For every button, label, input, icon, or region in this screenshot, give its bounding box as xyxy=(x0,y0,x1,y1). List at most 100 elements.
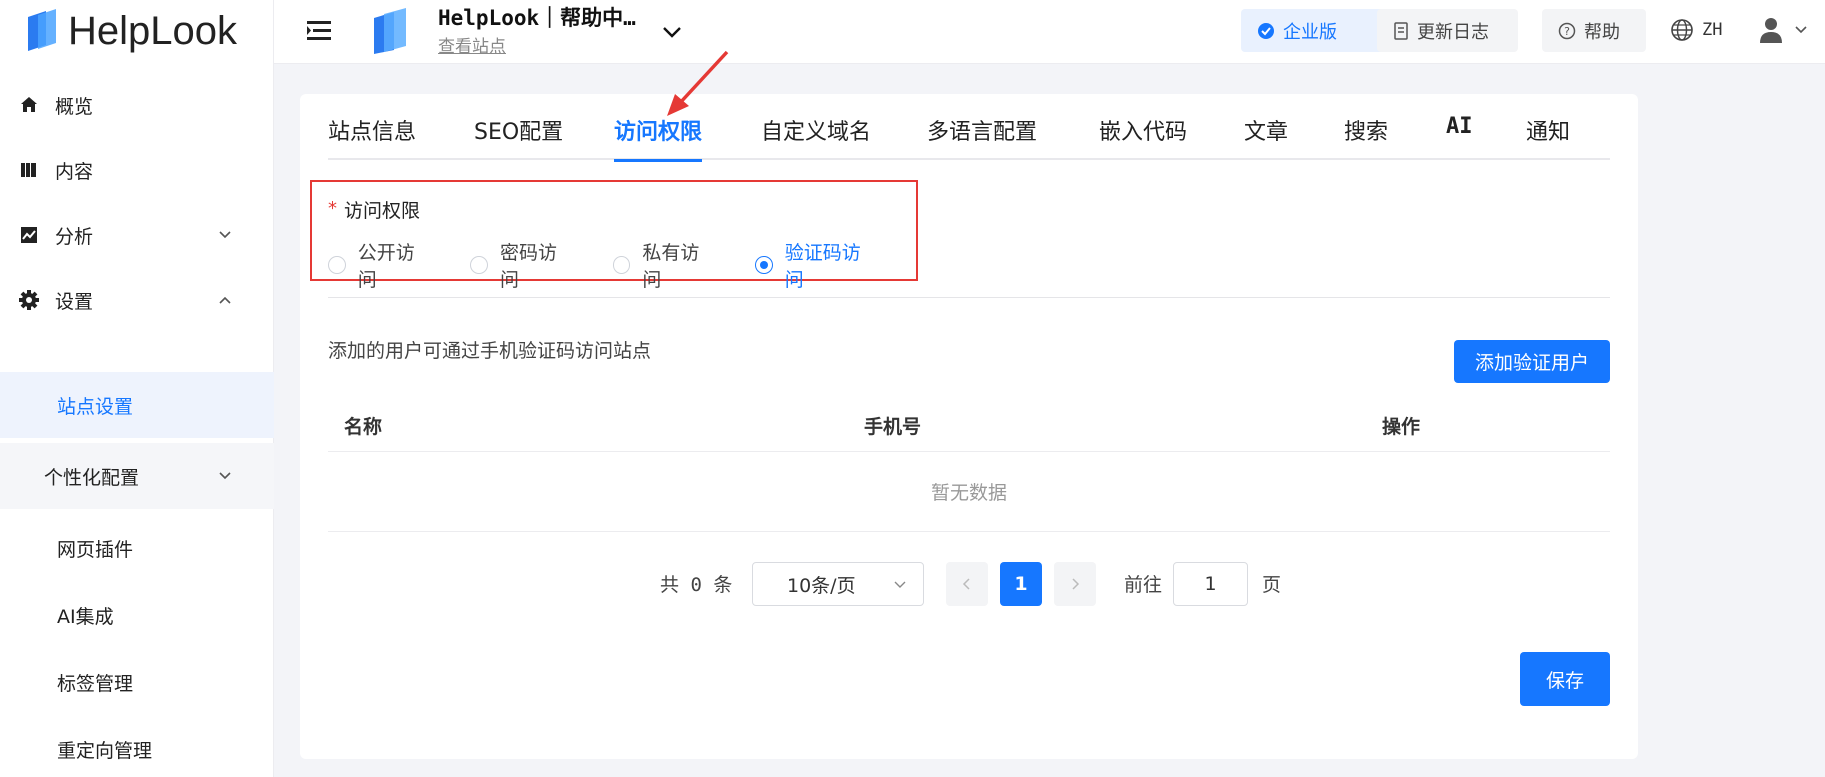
sidebar-item-label: 分析 xyxy=(55,225,94,248)
site-logo-icon xyxy=(374,8,406,54)
help-label: 帮助 xyxy=(1584,21,1620,43)
verify-users-hint: 添加的用户可通过手机验证码访问站点 xyxy=(328,340,652,362)
sidebar-subitem-redirect-management[interactable]: 重定向管理 xyxy=(0,716,274,777)
help-circle-icon: ? xyxy=(1558,22,1576,39)
chevron-down-icon xyxy=(219,472,231,480)
user-menu[interactable] xyxy=(1758,16,1808,44)
sidebar-item-label: 内容 xyxy=(55,160,94,183)
goto-label: 前往 xyxy=(1124,574,1163,596)
sidebar-item-label: 概览 xyxy=(55,95,94,118)
page-suffix-label: 页 xyxy=(1262,574,1282,596)
sidebar-item-settings[interactable]: 设置 xyxy=(0,267,274,333)
radio-private-access[interactable]: 私有访问 xyxy=(612,238,717,292)
site-title: HelpLook｜帮助中… xyxy=(438,6,636,30)
language-switcher[interactable]: ZH xyxy=(1670,18,1722,42)
radio-verification-code-access[interactable]: 验证码访问 xyxy=(754,238,878,292)
document-icon xyxy=(1394,21,1408,40)
sidebar: HelpLook 概览 内容 分析 设置 站点设置 个性化配置 网页插件 AI集… xyxy=(0,0,274,777)
radio-circle[interactable] xyxy=(612,256,631,274)
menu-toggle-icon[interactable] xyxy=(304,16,334,46)
globe-icon xyxy=(1671,19,1693,41)
user-avatar-icon xyxy=(1760,18,1782,43)
page-number-current[interactable]: 1 xyxy=(1000,562,1042,606)
pagination-total: 共 0 条 xyxy=(660,574,733,596)
tab-search[interactable]: 搜索 xyxy=(1344,114,1388,160)
tab-seo[interactable]: SEO配置 xyxy=(474,114,563,160)
settings-tabs: 站点信息 SEO配置 访问权限 自定义域名 多语言配置 嵌入代码 文章 搜索 A… xyxy=(328,94,1610,162)
chevron-left-icon xyxy=(962,578,970,590)
sidebar-item-content[interactable]: 内容 xyxy=(0,137,274,203)
sidebar-item-label: AI集成 xyxy=(57,605,114,628)
chevron-right-icon xyxy=(1072,578,1080,590)
tab-notifications[interactable]: 通知 xyxy=(1526,114,1570,160)
home-icon xyxy=(18,94,40,116)
gear-icon xyxy=(18,289,40,311)
prev-page-button[interactable] xyxy=(946,562,988,606)
save-button[interactable]: 保存 xyxy=(1520,652,1610,706)
table-header: 名称 手机号 操作 xyxy=(328,394,1610,452)
sidebar-item-label: 设置 xyxy=(55,290,94,313)
radio-circle[interactable] xyxy=(470,256,489,274)
next-page-button[interactable] xyxy=(1054,562,1096,606)
chart-icon xyxy=(18,224,40,246)
chevron-down-icon xyxy=(219,231,231,239)
sidebar-item-label: 网页插件 xyxy=(57,538,134,561)
radio-label: 验证码访问 xyxy=(784,242,861,291)
goto-page-input[interactable] xyxy=(1173,562,1248,606)
book-icon xyxy=(18,159,40,181)
settings-card: 站点信息 SEO配置 访问权限 自定义域名 多语言配置 嵌入代码 文章 搜索 A… xyxy=(300,50,1638,759)
brand-name: HelpLook xyxy=(68,8,238,53)
sidebar-subitem-site-settings[interactable]: 站点设置 xyxy=(0,372,274,438)
enterprise-button[interactable]: 企业版 xyxy=(1241,9,1398,52)
sidebar-subitem-ai-integration[interactable]: AI集成 xyxy=(0,582,274,648)
page-size-select[interactable]: 10条/页 xyxy=(752,562,924,606)
radio-circle[interactable] xyxy=(328,256,346,274)
brand-logo[interactable]: HelpLook xyxy=(24,6,237,56)
changelog-label: 更新日志 xyxy=(1417,21,1489,43)
tab-custom-domain[interactable]: 自定义域名 xyxy=(761,114,871,160)
required-mark: * xyxy=(328,198,337,219)
verify-users-table: 名称 手机号 操作 暂无数据 xyxy=(328,394,1610,532)
tab-site-info[interactable]: 站点信息 xyxy=(328,114,416,160)
sidebar-item-label: 站点设置 xyxy=(57,395,134,418)
sidebar-item-label: 个性化配置 xyxy=(44,466,140,489)
sidebar-item-label: 标签管理 xyxy=(57,672,134,695)
chevron-down-icon[interactable] xyxy=(660,20,684,44)
access-permission-label: 访问权限 xyxy=(344,200,421,222)
sidebar-subitem-web-plugin[interactable]: 网页插件 xyxy=(0,515,274,581)
radio-label: 密码访问 xyxy=(500,242,558,291)
empty-state-text: 暂无数据 xyxy=(930,482,1007,504)
radio-public-access[interactable]: 公开访问 xyxy=(328,238,432,292)
sidebar-subitem-tag-management[interactable]: 标签管理 xyxy=(0,649,274,715)
tab-embed-code[interactable]: 嵌入代码 xyxy=(1099,114,1187,160)
help-button[interactable]: ? 帮助 xyxy=(1542,9,1646,52)
column-header-name: 名称 xyxy=(344,416,383,438)
sidebar-item-overview[interactable]: 概览 xyxy=(0,72,274,138)
sidebar-item-analysis[interactable]: 分析 xyxy=(0,202,274,268)
view-site-link[interactable]: 查看站点 xyxy=(438,32,506,57)
table-body: 暂无数据 xyxy=(328,452,1610,532)
access-radio-group: 公开访问 密码访问 私有访问 验证码访问 xyxy=(328,238,916,292)
tab-articles[interactable]: 文章 xyxy=(1244,114,1288,160)
column-header-actions: 操作 xyxy=(1382,416,1421,438)
add-verify-user-button[interactable]: 添加验证用户 xyxy=(1454,340,1610,383)
radio-label: 公开访问 xyxy=(357,242,415,291)
svg-text:?: ? xyxy=(1564,25,1570,38)
sidebar-subitem-personalization[interactable]: 个性化配置 xyxy=(0,443,274,509)
changelog-button[interactable]: 更新日志 xyxy=(1377,9,1518,52)
top-header: HelpLook｜帮助中… 查看站点 企业版 更新日志 ? 帮助 ZH xyxy=(274,0,1825,64)
access-permission-highlight: * 访问权限 公开访问 密码访问 私有访问 验证码访问 xyxy=(310,180,918,291)
enterprise-label: 企业版 xyxy=(1283,21,1337,43)
pagination: 共 0 条 10条/页 1 前往 页 xyxy=(300,560,1638,608)
helplook-logo-icon xyxy=(28,9,56,51)
tab-access[interactable]: 访问权限 xyxy=(614,114,703,162)
check-circle-icon xyxy=(1258,22,1274,39)
tab-multilingual[interactable]: 多语言配置 xyxy=(927,114,1037,160)
language-label: ZH xyxy=(1702,20,1723,40)
radio-circle[interactable] xyxy=(754,256,773,274)
section-divider xyxy=(328,297,1610,298)
radio-password-access[interactable]: 密码访问 xyxy=(470,238,574,292)
column-header-phone: 手机号 xyxy=(864,416,922,438)
tab-ai[interactable]: AI xyxy=(1446,114,1473,160)
chevron-down-icon xyxy=(1795,26,1807,34)
